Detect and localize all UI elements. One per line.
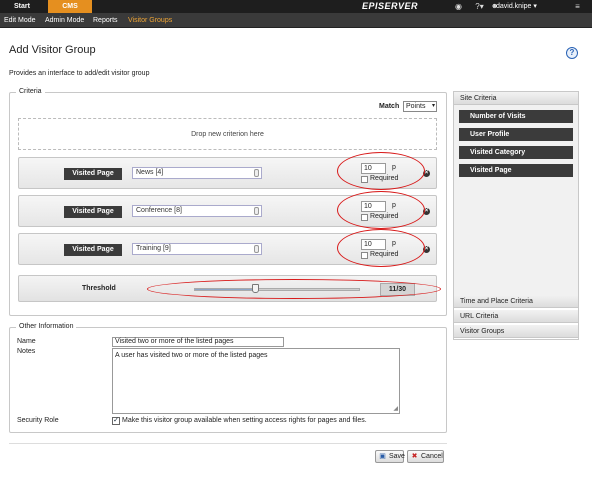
- eye-icon[interactable]: ◉: [453, 1, 464, 12]
- help-menu-icon[interactable]: ?▾: [474, 1, 485, 12]
- criterion-row: Visited Page News [4] 10 p Required: [18, 157, 437, 189]
- points-input[interactable]: 10: [361, 201, 386, 212]
- sub-nav: Edit Mode Admin Mode Reports Visitor Gro…: [0, 13, 592, 28]
- threshold-label: Threshold: [82, 285, 116, 292]
- page-selector[interactable]: News [4]: [132, 167, 262, 179]
- help-icon[interactable]: ?: [566, 47, 578, 59]
- criterion-row: Visited Page Conference [8] 10 p Require…: [18, 195, 437, 227]
- security-role-checkbox-label: Make this visitor group available when s…: [122, 417, 367, 424]
- browse-icon[interactable]: [254, 207, 259, 215]
- page-selector[interactable]: Conference [8]: [132, 205, 262, 217]
- points-unit: p: [392, 202, 396, 209]
- criterion-visited-page[interactable]: Visited Page: [459, 164, 573, 177]
- points-unit: p: [392, 164, 396, 171]
- browse-icon[interactable]: [254, 245, 259, 253]
- page-description: Provides an interface to add/edit visito…: [9, 70, 150, 77]
- criterion-type-label[interactable]: Visited Page: [64, 206, 122, 218]
- nav-reports[interactable]: Reports: [93, 13, 118, 28]
- browse-icon[interactable]: [254, 169, 259, 177]
- top-bar: Start CMS EPISERVER ◉ ?▾ ☻ david.knipe ▾…: [0, 0, 592, 13]
- criterion-number-of-visits[interactable]: Number of Visits: [459, 110, 573, 123]
- nav-admin-mode[interactable]: Admin Mode: [45, 13, 84, 28]
- remove-criterion-icon[interactable]: ×: [423, 246, 430, 253]
- name-label: Name: [17, 338, 36, 345]
- notes-text: A user has visited two or more of the li…: [115, 352, 268, 359]
- threshold-value: 11/30: [380, 283, 415, 296]
- required-label: Required: [370, 213, 399, 220]
- notes-label: Notes: [17, 348, 36, 355]
- url-criteria-header[interactable]: URL Criteria: [454, 310, 578, 323]
- criteria-picker-panel: Site Criteria Number of Visits User Prof…: [453, 91, 579, 340]
- site-criteria-header[interactable]: Site Criteria: [454, 92, 578, 105]
- cancel-icon: ✖: [411, 453, 418, 460]
- cancel-button[interactable]: ✖ Cancel: [407, 450, 444, 463]
- required-checkbox[interactable]: [361, 214, 368, 221]
- required-label: Required: [370, 175, 399, 182]
- match-select[interactable]: Points ▾: [403, 101, 437, 112]
- criteria-legend: Criteria: [16, 88, 45, 95]
- resize-grip-icon[interactable]: ◢: [393, 405, 398, 412]
- page-title: Add Visitor Group: [9, 44, 96, 56]
- match-label: Match: [379, 103, 400, 110]
- criterion-type-label[interactable]: Visited Page: [64, 168, 122, 180]
- name-field[interactable]: Visited two or more of the listed pages: [112, 337, 284, 347]
- user-menu[interactable]: david.knipe ▾: [496, 0, 537, 13]
- page-selector-value: News [4]: [136, 169, 164, 176]
- save-button[interactable]: ▣ Save: [375, 450, 405, 463]
- notes-field[interactable]: A user has visited two or more of the li…: [112, 348, 400, 414]
- chevron-down-icon: ▾: [431, 103, 435, 109]
- save-button-label: Save: [389, 453, 405, 460]
- criterion-drop-zone[interactable]: Drop new criterion here: [18, 118, 437, 150]
- criterion-visited-category[interactable]: Visited Category: [459, 146, 573, 159]
- required-checkbox[interactable]: [361, 176, 368, 183]
- required-checkbox[interactable]: [361, 252, 368, 259]
- bars-icon[interactable]: ≡: [572, 1, 583, 12]
- threshold-slider-handle[interactable]: [251, 284, 259, 293]
- page-selector-value: Conference [8]: [136, 207, 182, 214]
- threshold-slider[interactable]: [194, 288, 360, 291]
- threshold-slider-fill: [195, 289, 256, 290]
- floppy-disk-icon: ▣: [379, 453, 386, 460]
- criterion-row: Visited Page Training [9] 10 p Required: [18, 233, 437, 265]
- remove-criterion-icon[interactable]: ×: [423, 208, 430, 215]
- divider: [9, 443, 447, 444]
- nav-visitor-groups[interactable]: Visitor Groups: [128, 13, 172, 28]
- security-role-label: Security Role: [17, 417, 59, 424]
- site-criteria-list: Number of Visits User Profile Visited Ca…: [454, 105, 578, 295]
- match-value: Points: [406, 103, 426, 110]
- brand-logo: EPISERVER: [362, 1, 419, 11]
- nav-edit-mode[interactable]: Edit Mode: [4, 13, 36, 28]
- criterion-user-profile[interactable]: User Profile: [459, 128, 573, 141]
- time-and-place-criteria-header[interactable]: Time and Place Criteria: [454, 295, 578, 308]
- points-unit: p: [392, 240, 396, 247]
- points-input[interactable]: 10: [361, 239, 386, 250]
- required-label: Required: [370, 251, 399, 258]
- tab-start[interactable]: Start: [0, 0, 44, 13]
- page-selector-value: Training [9]: [136, 245, 171, 252]
- other-information-legend: Other Information: [16, 323, 77, 330]
- threshold-row: Threshold 11/30: [18, 275, 437, 302]
- criterion-type-label[interactable]: Visited Page: [64, 244, 122, 256]
- remove-criterion-icon[interactable]: ×: [423, 170, 430, 177]
- cancel-button-label: Cancel: [421, 453, 443, 460]
- tab-cms[interactable]: CMS: [48, 0, 92, 13]
- user-name: david.knipe: [496, 3, 532, 10]
- points-input[interactable]: 10: [361, 163, 386, 174]
- visitor-groups-header[interactable]: Visitor Groups: [454, 325, 578, 338]
- security-role-checkbox[interactable]: ✓: [112, 417, 120, 425]
- page-selector[interactable]: Training [9]: [132, 243, 262, 255]
